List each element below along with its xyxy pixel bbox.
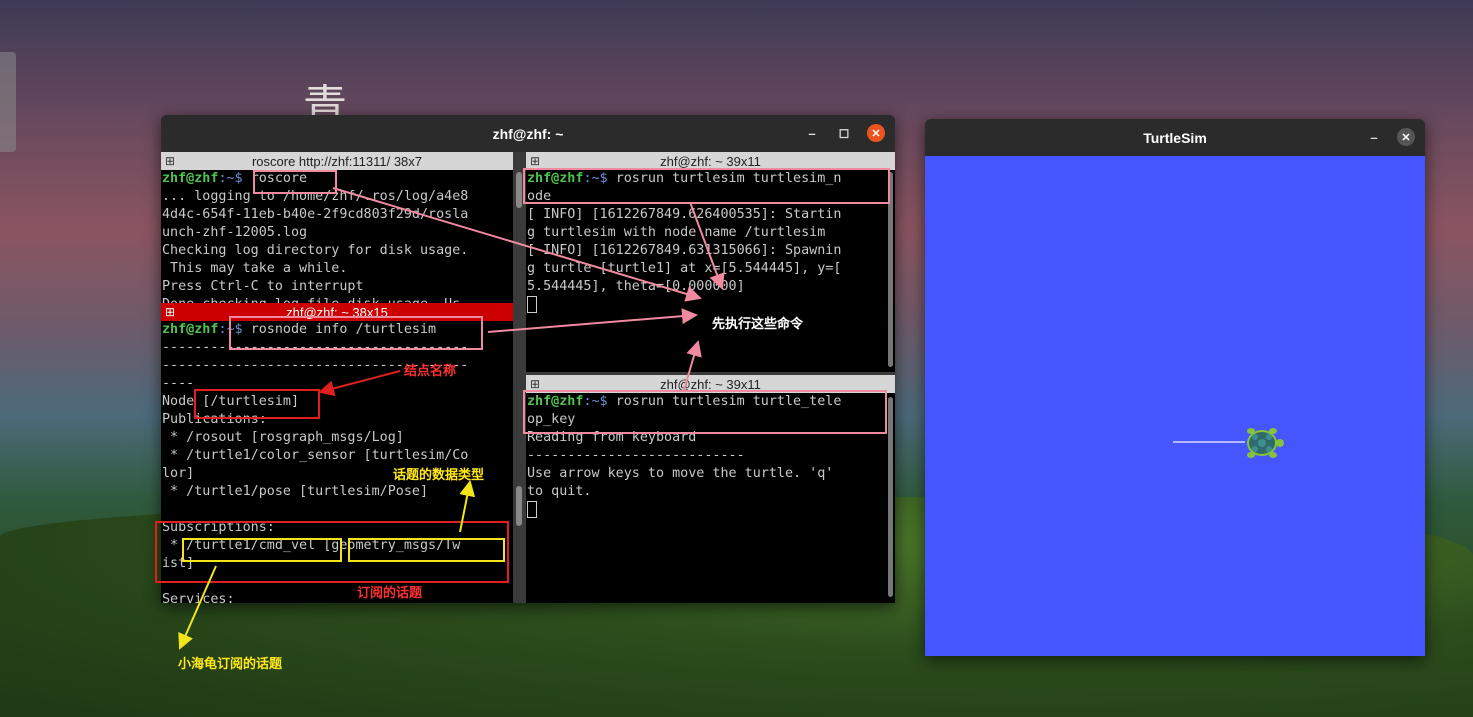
- turtlesim-titlebar[interactable]: TurtleSim – ✕: [925, 119, 1425, 156]
- terminal-line: 4d4c-654f-11eb-b40e-2f9cd803f29d/rosla: [162, 207, 469, 222]
- annot-turtle-subscribed-label: 小海龟订阅的话题: [178, 657, 283, 672]
- split-grid-icon[interactable]: ⊞: [165, 154, 175, 168]
- annot-rosnode-box: [229, 316, 483, 350]
- vertical-pane-divider[interactable]: [513, 152, 526, 603]
- terminal-line: This may take a while.: [162, 261, 348, 276]
- turtle-icon: [1247, 428, 1284, 458]
- terminal-line: 5.544445], theta=[0.000000]: [527, 279, 745, 294]
- split-grid-icon[interactable]: ⊞: [530, 154, 540, 168]
- pane-roscore-header[interactable]: ⊞ roscore http://zhf:11311/ 38x7: [161, 152, 513, 170]
- terminal-title: zhf@zhf: ~: [492, 125, 564, 142]
- terminal-line: * /turtle1/pose [turtlesim/Pose]: [162, 484, 429, 499]
- terminal-cursor: [527, 296, 537, 313]
- terminal-line: g turtlesim with node name /turtlesim: [527, 225, 826, 240]
- turtlesim-title: TurtleSim: [1143, 129, 1207, 146]
- annot-turtlesim-node-box: [523, 168, 890, 204]
- annot-cmdvel-box: [182, 538, 342, 562]
- annot-roscore-box: [253, 170, 337, 194]
- terminal-line: Services:: [162, 592, 235, 603]
- terminal-line: unch-zhf-12005.log: [162, 225, 308, 240]
- terminal-line: ---------------------------: [527, 448, 745, 463]
- turtlesim-window[interactable]: TurtleSim – ✕: [925, 119, 1425, 656]
- terminal-line: Use arrow keys to move the turtle. 'q': [527, 466, 834, 481]
- split-grid-icon[interactable]: ⊞: [165, 305, 175, 319]
- maximize-icon[interactable]: ◻: [835, 124, 853, 142]
- terminal-cursor: [527, 501, 537, 518]
- dock-handle[interactable]: [0, 52, 16, 152]
- annot-type-box: [348, 538, 505, 562]
- pane-roscore-title: roscore http://zhf:11311/ 38x7: [251, 153, 423, 169]
- terminal-line: g turtle [turtle1] at x=[5.544445], y=[: [527, 261, 842, 276]
- annot-subscribed-topic-label: 订阅的话题: [357, 586, 423, 601]
- annot-teleop-box: [523, 390, 887, 434]
- minimize-icon[interactable]: –: [1365, 128, 1383, 146]
- scrollbar-thumb[interactable]: [888, 397, 893, 597]
- annot-run-first-label: 先执行这些命令: [712, 317, 804, 332]
- scrollbar-thumb[interactable]: [516, 486, 522, 526]
- roscore-output: zhf@zhf:~$ roscore ... logging to /home/…: [161, 170, 513, 303]
- annot-topic-type-label: 话题的数据类型: [393, 468, 485, 483]
- terminal-line: Checking log directory for disk usage.: [162, 243, 469, 258]
- close-icon[interactable]: ✕: [867, 124, 885, 142]
- terminal-line: to quit.: [527, 484, 592, 499]
- annot-node-name-label: 结点名称: [404, 364, 457, 379]
- terminal-line: [ INFO] [1612267849.626400535]: Startin: [527, 207, 842, 222]
- terminal-line: lor]: [162, 466, 195, 481]
- terminal-line: * /turtle1/color_sensor [turtlesim/Co: [162, 448, 469, 463]
- terminal-line: [ INFO] [1612267849.631315066]: Spawnin: [527, 243, 842, 258]
- terminal-line: ----: [162, 376, 195, 391]
- split-grid-icon[interactable]: ⊞: [530, 377, 540, 391]
- terminal-line: Press Ctrl-C to interrupt: [162, 279, 364, 294]
- turtle-trail: [1173, 441, 1245, 443]
- turtlesim-canvas: [925, 156, 1425, 656]
- close-icon[interactable]: ✕: [1397, 128, 1415, 146]
- terminal-line: * /rosout [rosgraph_msgs/Log]: [162, 430, 404, 445]
- annot-node-box: [194, 389, 320, 419]
- pane-node-title: zhf@zhf: ~ 39x11: [660, 153, 761, 169]
- minimize-icon[interactable]: –: [803, 124, 821, 142]
- pane-roscore[interactable]: ⊞ roscore http://zhf:11311/ 38x7 zhf@zhf…: [161, 152, 513, 303]
- scrollbar-thumb[interactable]: [516, 172, 522, 208]
- terminal-titlebar[interactable]: zhf@zhf: ~ – ◻ ✕: [161, 115, 895, 152]
